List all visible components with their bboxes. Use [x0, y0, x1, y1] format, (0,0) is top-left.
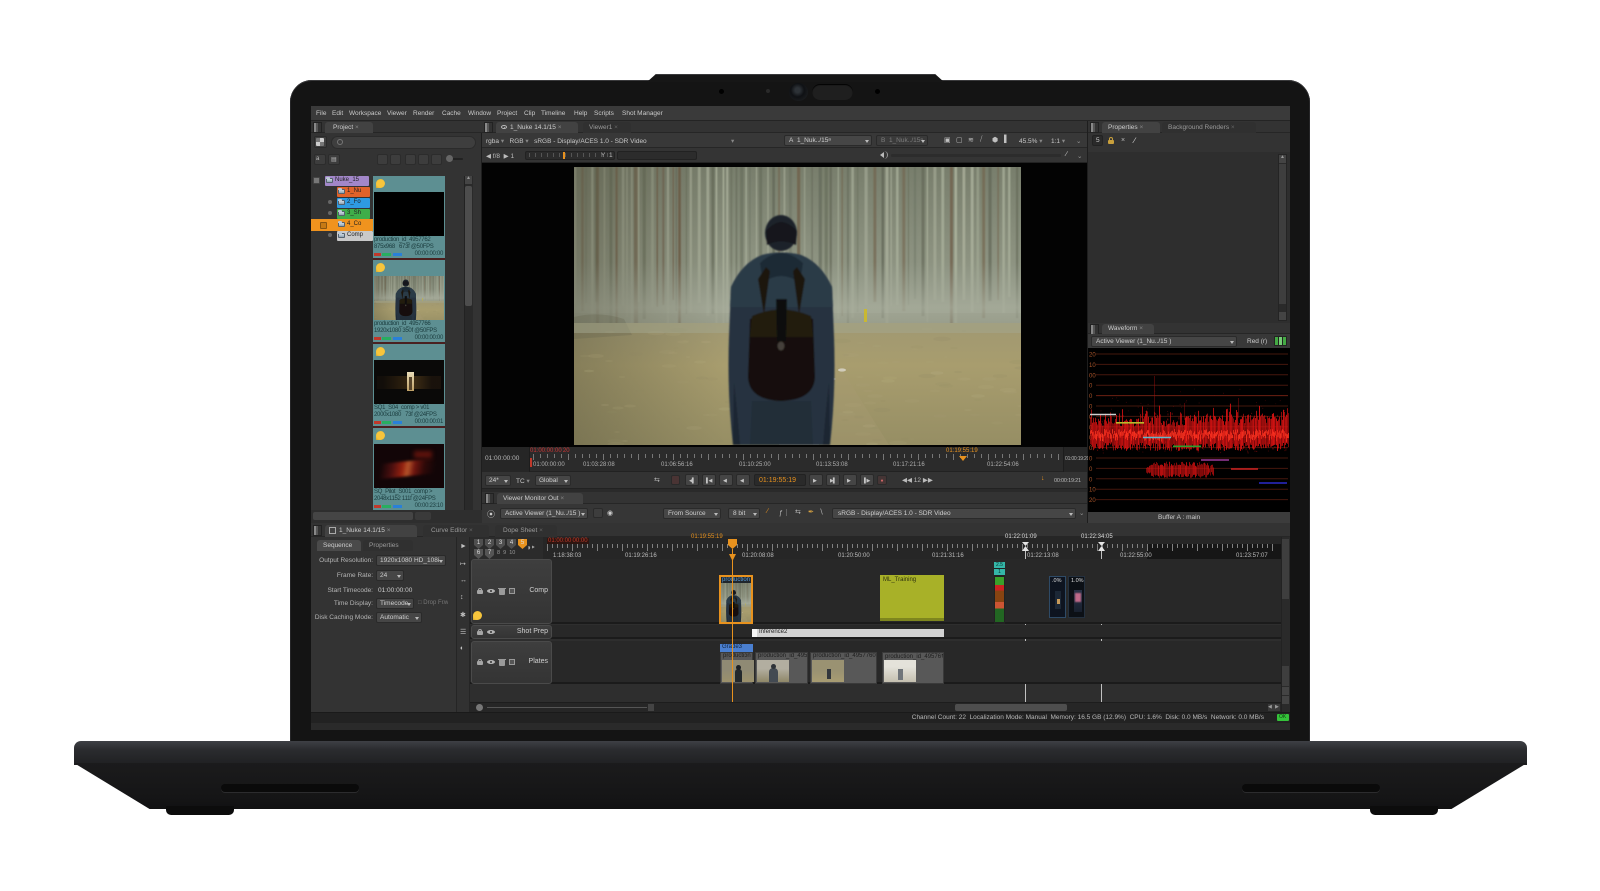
svg-text:0: 0: [1089, 477, 1093, 483]
svg-text:0: 0: [1089, 457, 1093, 463]
svg-text:10: 10: [1089, 363, 1096, 369]
svg-text:00: 00: [1089, 373, 1096, 379]
svg-text:20: 20: [1089, 353, 1096, 359]
svg-text:10: 10: [1089, 488, 1096, 494]
svg-text:0: 0: [1089, 384, 1093, 390]
svg-text:20: 20: [1089, 498, 1096, 504]
svg-text:0: 0: [1089, 467, 1093, 473]
svg-text:0: 0: [1089, 446, 1093, 452]
svg-text:0: 0: [1089, 394, 1093, 400]
